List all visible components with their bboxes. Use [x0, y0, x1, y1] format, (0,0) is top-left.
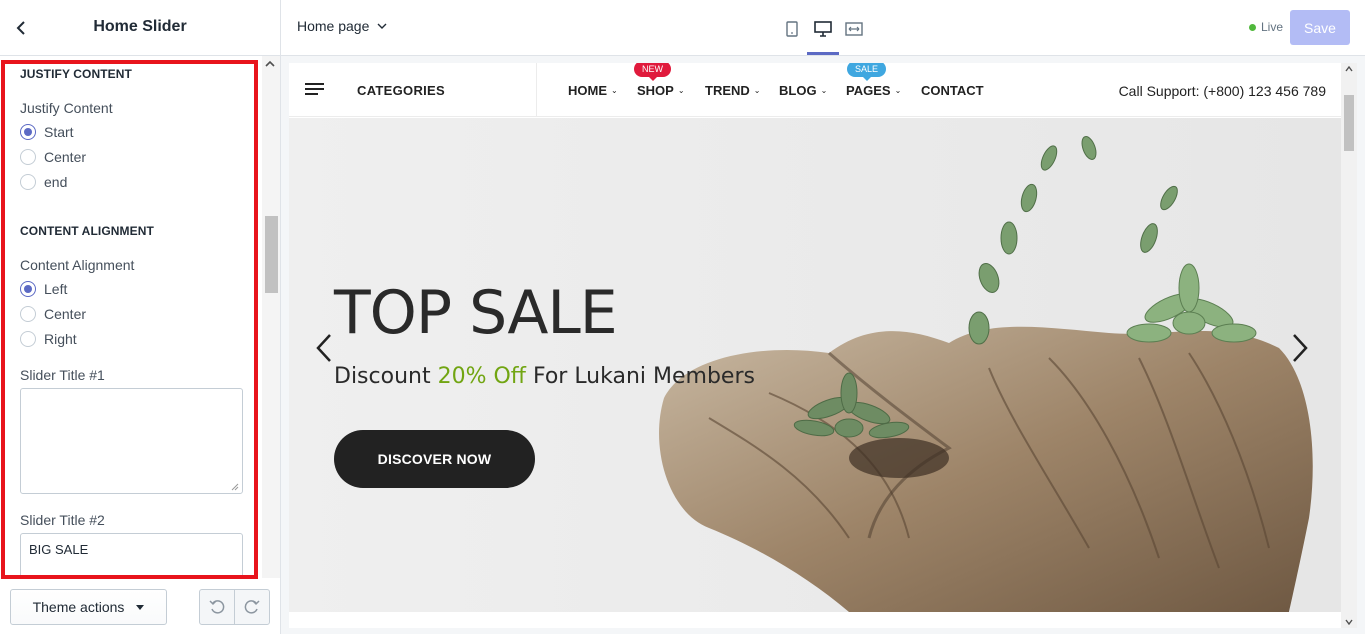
theme-editor: Home Slider JUSTIFY CONTENT Justify Cont…	[0, 0, 1365, 634]
categories-menu[interactable]: CATEGORIES	[357, 83, 445, 98]
store-preview[interactable]: CATEGORIES HOME ⌄ SHOP ⌄ NEW TREND ⌄ BLO…	[289, 63, 1357, 628]
sidebar-title: Home Slider	[93, 18, 187, 35]
resize-grip-icon[interactable]	[231, 483, 239, 491]
radio-button[interactable]	[20, 331, 36, 347]
slider-next-button[interactable]	[1290, 333, 1310, 368]
discover-now-button[interactable]: DISCOVER NOW	[334, 430, 535, 488]
nav-shop[interactable]: SHOP ⌄	[637, 83, 685, 98]
radio-label: Center	[44, 149, 87, 165]
justify-content-label: Justify Content	[20, 100, 113, 116]
scrollbar-thumb[interactable]	[265, 216, 278, 293]
scroll-up-icon[interactable]	[265, 60, 275, 68]
radio-button[interactable]	[20, 306, 36, 322]
sale-badge: SALE	[847, 63, 887, 81]
menu-icon[interactable]	[305, 83, 325, 97]
radio-justify-start[interactable]: Start	[20, 122, 74, 142]
radio-label: Right	[44, 331, 77, 347]
undo-redo-group	[199, 589, 270, 625]
live-dot-icon	[1249, 23, 1256, 31]
hero-discount: 20% Off	[437, 364, 526, 389]
nav-trend[interactable]: TREND ⌄	[705, 83, 760, 98]
fullwidth-icon	[845, 22, 863, 36]
settings-panel[interactable]: JUSTIFY CONTENT Justify Content Start Ce…	[0, 56, 262, 578]
desktop-view-button[interactable]	[808, 14, 838, 44]
radio-align-left[interactable]: Left	[20, 279, 67, 299]
chevron-down-icon	[377, 23, 387, 29]
page-selector-label: Home page	[297, 18, 370, 34]
nav-label: SHOP	[637, 83, 674, 98]
radio-button[interactable]	[20, 149, 36, 165]
slider-title-2-label: Slider Title #2	[20, 512, 105, 528]
live-label: Live	[1261, 20, 1284, 34]
radio-label: end	[44, 174, 68, 190]
preview-scrollbar[interactable]	[1341, 63, 1357, 628]
content-alignment-heading: CONTENT ALIGNMENT	[20, 224, 154, 238]
nav-label: HOME	[568, 83, 607, 98]
radio-label: Start	[44, 124, 74, 140]
sidebar-header: Home Slider	[0, 0, 280, 56]
caret-down-icon	[136, 604, 145, 610]
hero-subtitle: Discount 20% Off For Lukani Members	[334, 364, 755, 389]
nav-label: PAGES	[846, 83, 891, 98]
hero-title: TOP SALE	[334, 278, 618, 348]
redo-icon	[244, 600, 260, 614]
slider-title-2-textarea[interactable]: BIG SALE	[20, 533, 243, 578]
desktop-icon	[814, 21, 832, 37]
slider-title-1-textarea[interactable]	[20, 388, 243, 494]
hero-subtitle-suffix: For Lukani Members	[525, 364, 755, 389]
slider-prev-button[interactable]	[314, 333, 334, 368]
content-alignment-label: Content Alignment	[20, 257, 135, 273]
nav-home[interactable]: HOME ⌄	[568, 83, 618, 98]
theme-actions-label: Theme actions	[32, 599, 125, 615]
live-status: Live	[1249, 20, 1283, 34]
radio-label: Center	[44, 306, 87, 322]
nav-label: BLOG	[779, 83, 817, 98]
scroll-down-icon[interactable]	[1345, 619, 1353, 625]
store-header: CATEGORIES HOME ⌄ SHOP ⌄ NEW TREND ⌄ BLO…	[289, 63, 1341, 117]
nav-divider	[536, 63, 537, 117]
theme-actions-button[interactable]: Theme actions	[10, 589, 167, 625]
nav-label: CONTACT	[921, 83, 984, 98]
save-button[interactable]: Save	[1290, 10, 1350, 45]
hero-subtitle-prefix: Discount	[334, 364, 438, 389]
mobile-icon	[786, 21, 798, 37]
scrollbar-thumb[interactable]	[1344, 95, 1354, 151]
sidebar-scrollbar[interactable]	[262, 56, 280, 578]
radio-button[interactable]	[20, 174, 36, 190]
fullscreen-view-button[interactable]	[839, 14, 869, 44]
page-selector[interactable]: Home page	[297, 18, 387, 34]
chevron-down-icon: ⌄	[677, 86, 685, 95]
chevron-down-icon: ⌄	[753, 86, 761, 95]
sidebar-footer: Theme actions	[0, 580, 280, 634]
chevron-down-icon: ⌄	[894, 86, 902, 95]
slider-title-1-label: Slider Title #1	[20, 367, 105, 383]
chevron-right-icon	[1293, 334, 1308, 362]
redo-button[interactable]	[234, 590, 269, 624]
active-device-indicator	[807, 52, 839, 55]
radio-button[interactable]	[20, 124, 36, 140]
sidebar: Home Slider JUSTIFY CONTENT Justify Cont…	[0, 0, 281, 634]
top-bar: Home page Live Save	[281, 0, 1365, 56]
radio-button[interactable]	[20, 281, 36, 297]
new-badge: NEW	[634, 63, 671, 81]
nav-label: TREND	[705, 83, 750, 98]
undo-button[interactable]	[200, 590, 234, 624]
radio-label: Left	[44, 281, 68, 297]
hero-slider: TOP SALE Discount 20% Off For Lukani Mem…	[289, 118, 1341, 612]
radio-justify-end[interactable]: end	[20, 172, 67, 192]
nav-contact[interactable]: CONTACT	[921, 83, 984, 98]
radio-justify-center[interactable]: Center	[20, 147, 86, 167]
radio-align-right[interactable]: Right	[20, 329, 77, 349]
nav-pages[interactable]: PAGES ⌄	[846, 83, 901, 98]
mobile-view-button[interactable]	[777, 14, 807, 44]
chevron-left-icon	[316, 334, 331, 362]
support-phone: Call Support: (+800) 123 456 789	[1118, 83, 1326, 99]
scroll-up-icon[interactable]	[1345, 66, 1353, 72]
chevron-down-icon: ⌄	[611, 86, 618, 95]
justify-content-heading: JUSTIFY CONTENT	[20, 67, 132, 81]
undo-icon	[209, 600, 225, 614]
radio-align-center[interactable]: Center	[20, 304, 86, 324]
chevron-down-icon: ⌄	[820, 86, 828, 95]
nav-blog[interactable]: BLOG ⌄	[779, 83, 827, 98]
